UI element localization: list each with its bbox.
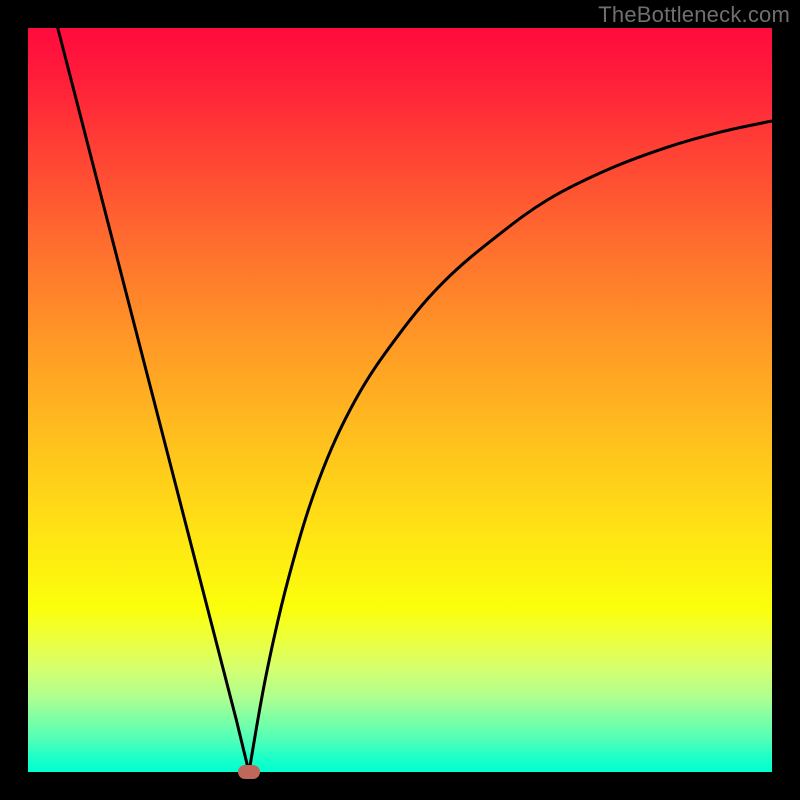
watermark-text: TheBottleneck.com bbox=[598, 2, 790, 28]
curve-layer bbox=[28, 28, 772, 772]
curve-left-branch bbox=[58, 28, 249, 772]
chart-frame: TheBottleneck.com bbox=[0, 0, 800, 800]
bottleneck-marker bbox=[238, 765, 260, 779]
curve-right-branch bbox=[249, 121, 772, 772]
